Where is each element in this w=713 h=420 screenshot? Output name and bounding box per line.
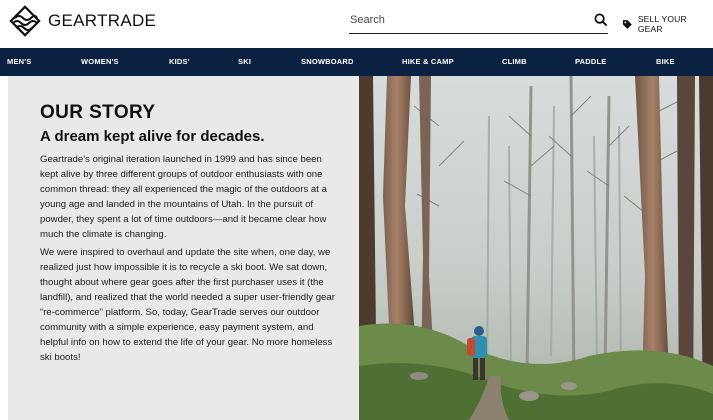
nav-item-hike-camp[interactable]: HIKE & CAMP — [402, 57, 454, 66]
logo[interactable]: GEARTRADE — [8, 4, 156, 38]
nav-item-bike[interactable]: BIKE — [656, 57, 675, 66]
nav-item-kids[interactable]: KIDS' — [169, 57, 190, 66]
our-story-panel: OUR STORY A dream kept alive for decades… — [8, 76, 359, 420]
geartrade-logo-icon — [9, 5, 41, 37]
story-paragraph-2: We were inspired to overhaul and update … — [40, 247, 335, 363]
search-bar — [349, 8, 608, 34]
forest-illustration — [359, 76, 713, 420]
logo-text: GEARTRADE — [48, 11, 157, 30]
story-subtitle: A dream kept alive for decades. — [40, 128, 265, 145]
hero-photo-misty-forest-hiker — [359, 76, 713, 420]
nav-item-snowboard[interactable]: SNOWBOARD — [301, 57, 354, 66]
nav-item-paddle[interactable]: PADDLE — [575, 57, 606, 66]
sell-your-gear-label: SELL YOUR GEAR — [637, 14, 687, 34]
sell-your-gear-link[interactable]: SELL YOUR GEAR — [622, 14, 713, 34]
story-paragraph-1: Geartrade's original iteration launched … — [40, 154, 327, 240]
nav-item-ski[interactable]: SKI — [238, 57, 251, 66]
search-icon[interactable] — [594, 13, 608, 27]
page-title: OUR STORY — [40, 102, 156, 123]
nav-item-climb[interactable]: CLIMB — [502, 57, 527, 66]
nav-item-mens[interactable]: MEN'S — [7, 57, 31, 66]
site-header: GEARTRADE SELL YOUR GEAR — [0, 0, 713, 48]
search-input[interactable] — [349, 8, 579, 32]
tag-icon — [622, 19, 632, 29]
nav-item-womens[interactable]: WOMEN'S — [81, 57, 119, 66]
category-nav: MEN'S WOMEN'S KIDS' SKI SNOWBOARD HIKE &… — [0, 48, 713, 76]
